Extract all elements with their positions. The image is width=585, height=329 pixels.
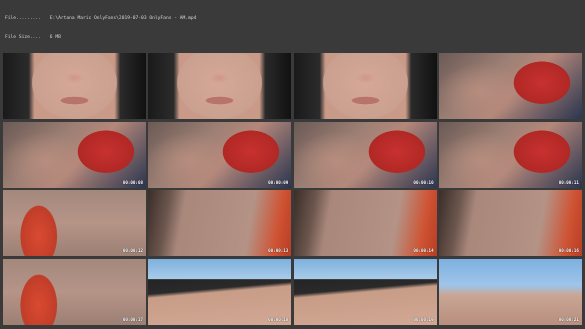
video-thumbnail	[3, 53, 146, 119]
video-thumbnail	[148, 53, 292, 119]
video-thumbnail	[438, 53, 582, 119]
video-thumbnail: 00:00:08	[3, 121, 146, 188]
thumbnail-timestamp: 00:00:17	[122, 317, 143, 323]
video-thumbnail: 00:00:09	[148, 121, 292, 188]
video-thumbnail: 00:00:16	[438, 190, 582, 257]
file-size-value: 6 MB	[49, 35, 61, 41]
video-thumbnail	[293, 53, 437, 119]
thumbnail-timestamp: 00:00:18	[268, 317, 289, 323]
thumbnail-grid: 00:00:08 00:00:09 00:00:10 00:00:11 00:00:12…	[3, 53, 582, 326]
video-thumbnail: 00:00:18	[148, 259, 292, 326]
video-thumbnail: 00:00:13	[148, 190, 292, 257]
file-size-row: File Size.... 6 MB	[5, 35, 61, 41]
file-name-row: File......... E:\Artana Maric OnlyFans\2…	[5, 15, 197, 21]
thumbnail-timestamp: 00:00:19	[413, 317, 434, 323]
thumbnail-timestamp: 00:00:14	[413, 248, 434, 254]
video-thumbnail: 00:00:19	[293, 259, 437, 326]
file-name-value: E:\Artana Maric OnlyFans\2019-07-03 Only…	[49, 15, 197, 21]
thumbnail-timestamp: 00:00:08	[122, 179, 143, 185]
thumbnail-timestamp: 00:00:13	[268, 248, 289, 254]
thumbnail-timestamp: 00:00:12	[122, 248, 143, 254]
video-thumbnail: 00:00:21	[438, 259, 582, 326]
video-thumbnail: 00:00:10	[293, 121, 437, 188]
thumbnail-timestamp: 00:00:09	[268, 179, 289, 185]
video-thumbnail: 00:00:11	[438, 121, 582, 188]
thumbnail-timestamp: 00:00:21	[558, 317, 579, 323]
video-thumbnail: 00:00:14	[293, 190, 437, 257]
video-thumbnail: 00:00:12	[3, 190, 146, 257]
video-thumbnail: 00:00:17	[3, 259, 146, 326]
thumbnail-timestamp: 00:00:11	[558, 179, 579, 185]
thumbnail-timestamp: 00:00:16	[558, 248, 579, 254]
thumbnail-timestamp: 00:00:10	[413, 179, 434, 185]
